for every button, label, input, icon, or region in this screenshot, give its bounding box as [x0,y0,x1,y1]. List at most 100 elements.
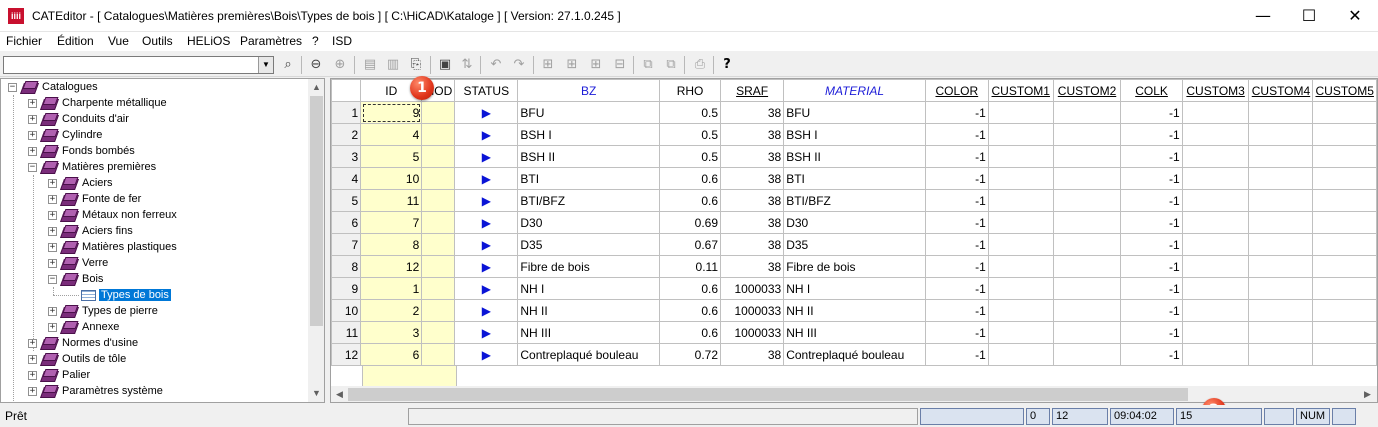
cell-bz[interactable]: Fibre de bois [517,255,661,278]
collapse-icon[interactable]: − [48,275,57,284]
cell-custom3[interactable] [1181,167,1250,190]
cell-custom4[interactable] [1248,145,1314,168]
cell-custom1[interactable] [987,189,1054,212]
cell-color[interactable]: -1 [924,101,989,124]
cell-sraf[interactable]: 38 [719,123,785,146]
cell-rho[interactable]: 0.6 [659,321,721,344]
save-icon[interactable]: ▣ [435,55,455,75]
cell-color[interactable]: -1 [924,321,989,344]
cell-sraf[interactable]: 38 [719,233,785,256]
cell-mod[interactable] [421,299,456,322]
cell-custom1[interactable] [987,101,1054,124]
column-header-sraf[interactable]: SRAF [719,79,785,102]
cell-color[interactable]: -1 [924,343,989,366]
cell-mod[interactable] [421,343,456,366]
cell-material[interactable]: Fibre de bois [783,255,926,278]
cell-custom1[interactable] [987,167,1054,190]
cell-bz[interactable]: D35 [517,233,661,256]
cell-custom5[interactable] [1312,233,1377,256]
delete-column-icon[interactable]: ⊟ [610,55,630,75]
menu-help[interactable]: ? [312,34,319,48]
tree-node[interactable]: + Outils de tôle [1,352,301,368]
cell-mod[interactable] [421,189,456,212]
cell-rho[interactable]: 0.11 [659,255,721,278]
scroll-right-icon[interactable]: ▶ [1359,386,1376,402]
status-arrow-icon[interactable]: ▶ [454,211,519,234]
column-header-colk[interactable]: COLK [1120,79,1183,102]
expand-icon[interactable]: + [28,355,37,364]
column-header-status[interactable]: STATUS [454,79,519,102]
expand-icon[interactable]: + [28,131,37,140]
cell-sraf[interactable]: 38 [719,167,785,190]
cell-colk[interactable]: -1 [1120,233,1183,256]
status-arrow-icon[interactable]: ▶ [454,255,519,278]
add-row-icon[interactable]: ⊞ [538,55,558,75]
cell-custom3[interactable] [1181,299,1250,322]
status-arrow-icon[interactable]: ▶ [454,145,519,168]
chevron-down-icon[interactable]: ▼ [258,57,273,73]
cell-custom5[interactable] [1312,211,1377,234]
cell-custom3[interactable] [1181,145,1250,168]
minimize-button[interactable]: — [1240,0,1286,32]
status-arrow-icon[interactable]: ▶ [454,123,519,146]
cell-sraf[interactable]: 38 [719,189,785,212]
expand-icon[interactable]: + [48,195,57,204]
column-header-material[interactable]: MATERIAL [783,79,926,102]
cell-custom5[interactable] [1312,277,1377,300]
tree-node[interactable]: + Charpente métallique [1,96,301,112]
column-header-bz[interactable]: BZ [517,79,661,102]
table-row[interactable]: 5 11 ▶ BTI/BFZ 0.6 38 BTI/BFZ -1 -1 [331,189,1377,212]
cell-mod[interactable] [421,233,456,256]
cell-custom1[interactable] [987,299,1054,322]
print-icon[interactable]: ⎙ [690,55,710,75]
expand-icon[interactable]: + [48,243,57,252]
cell-bz[interactable]: BFU [517,101,661,124]
table-row[interactable]: 8 12 ▶ Fibre de bois 0.11 38 Fibre de bois -1 -1 [331,255,1377,278]
cell-custom3[interactable] [1181,277,1250,300]
cell-mod[interactable] [421,211,456,234]
cell-custom1[interactable] [987,123,1054,146]
cell-color[interactable]: -1 [924,277,989,300]
cell-colk[interactable]: -1 [1120,277,1183,300]
cell-colk[interactable]: -1 [1120,101,1183,124]
cell-bz[interactable]: D30 [517,211,661,234]
cell-id[interactable]: 3 [360,321,423,344]
scroll-up-icon[interactable]: ▲ [308,79,324,96]
copy-doc-icon[interactable]: ▥ [383,55,403,75]
expand-icon[interactable]: + [28,371,37,380]
cell-custom3[interactable] [1181,189,1250,212]
cell-id[interactable]: 7 [360,211,423,234]
row-number[interactable]: 4 [331,167,362,190]
cell-custom2[interactable] [1052,343,1122,366]
cell-rho[interactable]: 0.5 [659,101,721,124]
binoculars-icon[interactable]: ⌕ [278,55,298,75]
cell-custom1[interactable] [987,321,1054,344]
menu-parametres[interactable]: Paramètres [240,34,302,48]
cell-color[interactable]: -1 [924,167,989,190]
cell-custom5[interactable] [1312,343,1377,366]
cell-color[interactable]: -1 [924,255,989,278]
cell-colk[interactable]: -1 [1120,123,1183,146]
menu-outils[interactable]: Outils [142,34,173,48]
cell-custom5[interactable] [1312,167,1377,190]
scroll-left-icon[interactable]: ◀ [331,386,348,402]
cell-rho[interactable]: 0.69 [659,211,721,234]
corner-header[interactable] [331,79,362,102]
cell-custom4[interactable] [1248,343,1314,366]
cell-custom2[interactable] [1052,255,1122,278]
cell-sraf[interactable]: 38 [719,255,785,278]
sort-icon[interactable]: ⇅ [457,55,477,75]
column-header-custom1[interactable]: CUSTOM1 [987,79,1054,102]
column-header-color[interactable]: COLOR [924,79,989,102]
table-row[interactable]: 4 10 ▶ BTI 0.6 38 BTI -1 -1 [331,167,1377,190]
cell-custom3[interactable] [1181,255,1250,278]
status-arrow-icon[interactable]: ▶ [454,321,519,344]
row-number[interactable]: 5 [331,189,362,212]
expand-icon[interactable]: + [48,211,57,220]
tree-node[interactable]: − Matières premières [1,160,301,176]
cell-custom2[interactable] [1052,233,1122,256]
copy-icon[interactable]: ⧉ [638,55,658,75]
app-icon[interactable]: iiii [8,8,24,24]
insert-row-icon[interactable]: ⊞ [562,55,582,75]
cell-material[interactable]: NH I [783,277,926,300]
